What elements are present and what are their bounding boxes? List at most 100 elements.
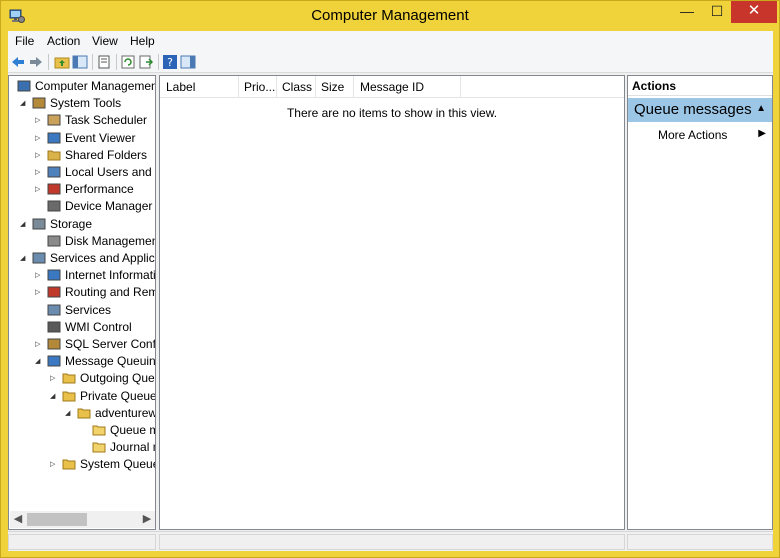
sql-server-icon [47,338,61,350]
message-queuing-icon [47,355,61,367]
tree-item[interactable]: ▷ SQL Server Configu [9,336,155,353]
expanded-arrow-icon[interactable]: ◢ [35,353,45,370]
tree-item[interactable]: ◢ adventurewo [9,405,155,422]
services-apps-icon [32,252,46,264]
actions-group-queue-messages[interactable]: Queue messages ▲ [628,98,772,122]
tree-item-label: Private Queues [80,388,156,403]
scroll-right-arrow-icon[interactable]: ▶ [139,511,155,528]
collapsed-arrow-icon[interactable]: ▷ [35,164,45,181]
export-list-icon[interactable] [138,54,154,70]
help-icon[interactable]: ? [162,54,178,70]
device-manager-icon [47,200,61,212]
tree-item[interactable]: Services [9,302,155,319]
forward-arrow-icon[interactable] [28,54,44,70]
tree-item[interactable]: ◢ Message Queuing [9,353,155,370]
tree-item[interactable]: ▷ Outgoing Queue [9,370,155,387]
collapsed-arrow-icon[interactable]: ▷ [35,181,45,198]
collapsed-arrow-icon[interactable]: ▷ [50,370,60,387]
tree-item-label: Shared Folders [65,147,148,162]
show-hide-action-pane-icon[interactable] [180,54,196,70]
actions-header: Actions [628,76,772,96]
expanded-arrow-icon[interactable]: ◢ [65,405,75,422]
tree-item-label: Computer Management [35,79,156,93]
tree-item-label: Routing and Remo [65,285,156,300]
maximize-button[interactable]: ☐ [703,1,731,23]
tree-item[interactable]: ▷ Event Viewer [9,130,155,147]
tree-item[interactable]: ▷ Task Scheduler [9,112,155,129]
expanded-arrow-icon[interactable]: ◢ [50,388,60,405]
disk-icon [47,235,61,247]
tree-item-label: Message Queuing [65,354,156,369]
scrollbar-thumb[interactable] [27,513,87,526]
console-tree[interactable]: Computer Management ◢ System Tools ▷ Task Sc… [8,75,156,530]
tree-item[interactable]: ◢ Private Queues [9,388,155,405]
collapsed-arrow-icon[interactable]: ▷ [35,130,45,147]
close-button[interactable]: ✕ [731,1,777,23]
collapsed-arrow-icon[interactable]: ▷ [35,147,45,164]
column-size[interactable]: Size [321,80,344,94]
column-divider[interactable] [238,76,239,98]
computer-management-icon [17,80,31,92]
menu-bar: File Action View Help [8,31,773,51]
results-pane: Label Prio... Class Size Message ID Ther… [159,75,625,530]
tree-item[interactable]: Disk Management [9,233,155,250]
tree-item-label: Event Viewer [65,130,136,145]
column-divider[interactable] [315,76,316,98]
collapsed-arrow-icon[interactable]: ▷ [35,112,45,129]
expanded-arrow-icon[interactable]: ◢ [20,216,30,233]
menu-action[interactable]: Action [47,34,80,48]
collapsed-arrow-icon[interactable]: ▷ [35,267,45,284]
column-class[interactable]: Class [282,80,312,94]
column-label[interactable]: Label [166,80,195,94]
tree-item[interactable]: ▷ Performance [9,181,155,198]
tree-item-label: adventurewo [95,405,155,420]
tree-item[interactable]: ◢ Services and Applicat [9,250,155,267]
column-divider[interactable] [276,76,277,98]
tree-item[interactable]: ▷ Internet Informatio [9,267,155,284]
tree-item[interactable]: ▷ System Queues [9,456,155,473]
menu-view[interactable]: View [92,34,118,48]
window-title: Computer Management [311,7,469,24]
status-bar [8,531,773,551]
back-arrow-icon[interactable] [10,54,26,70]
scroll-left-arrow-icon[interactable]: ◀ [10,511,26,528]
tree-item[interactable]: WMI Control [9,319,155,336]
menu-help[interactable]: Help [130,34,155,48]
toolbar-separator [158,54,159,70]
show-hide-console-tree-icon[interactable] [72,54,88,70]
collapsed-arrow-icon[interactable]: ▷ [50,456,60,473]
tree-item[interactable]: Computer Management [9,78,155,95]
column-priority[interactable]: Prio... [244,80,275,94]
column-message-id[interactable]: Message ID [360,80,424,94]
collapse-up-arrow-icon[interactable]: ▲ [756,103,766,114]
tree-item[interactable]: Journal me [9,439,155,456]
tree-item[interactable]: Device Manager [9,198,155,215]
properties-icon[interactable] [96,54,112,70]
services-icon [47,304,61,316]
tree-horizontal-scrollbar[interactable]: ◀ ▶ [10,511,155,528]
collapsed-arrow-icon[interactable]: ▷ [35,284,45,301]
tree-item[interactable]: ▷ Shared Folders [9,147,155,164]
column-divider[interactable] [460,76,461,98]
tree-item[interactable]: ▷ Local Users and Gro [9,164,155,181]
up-folder-icon[interactable] [54,54,70,70]
action-more-actions[interactable]: More Actions ▶ [628,126,772,144]
minimize-button[interactable]: — [673,1,701,23]
refresh-icon[interactable] [120,54,136,70]
tree-item-label: Services and Applicat [50,251,156,265]
expanded-arrow-icon[interactable]: ◢ [20,95,30,112]
shared-folder-icon [47,150,61,161]
tree-item[interactable]: Queue me [9,422,155,439]
tree-item[interactable]: ◢ System Tools [9,95,155,112]
title-bar[interactable]: Computer Management — ☐ ✕ [1,1,779,31]
menu-file[interactable]: File [15,34,34,48]
column-divider[interactable] [353,76,354,98]
tree-item[interactable]: ◢ Storage [9,216,155,233]
expanded-arrow-icon[interactable]: ◢ [20,250,30,267]
tree-item[interactable]: ▷ Routing and Remo [9,284,155,301]
submenu-right-arrow-icon: ▶ [758,128,766,139]
status-section [627,534,773,550]
collapsed-arrow-icon[interactable]: ▷ [35,336,45,353]
empty-list-message: There are no items to show in this view. [286,106,498,120]
storage-icon [32,218,46,230]
